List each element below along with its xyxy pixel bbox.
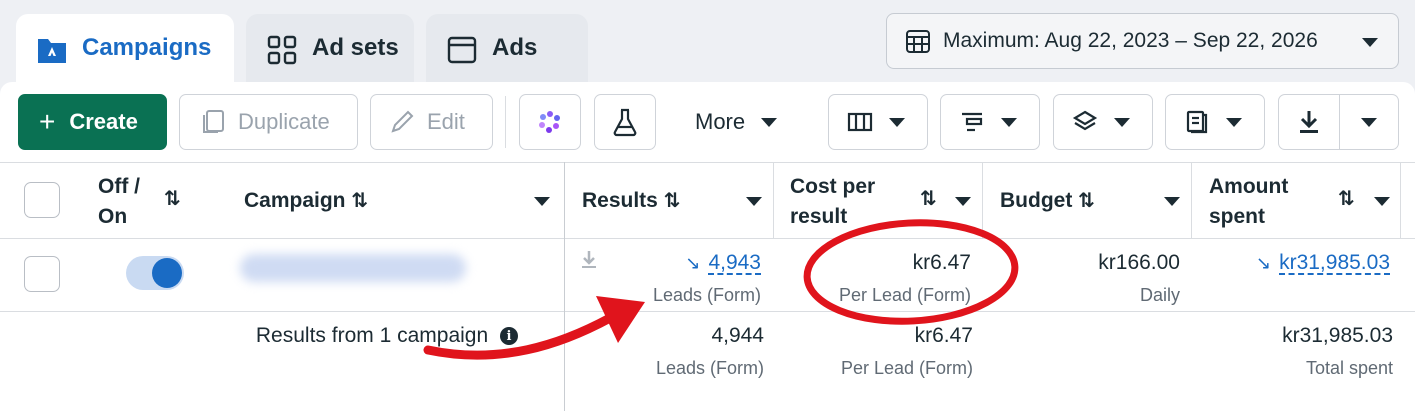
annotation-overlay [423, 219, 1019, 360]
annotation-arrow [423, 313, 615, 360]
annotation-circle [803, 219, 1019, 325]
